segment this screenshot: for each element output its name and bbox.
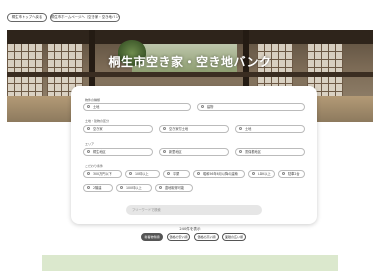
option-label: 100坪以上 xyxy=(126,186,142,190)
sort-area-large-button[interactable]: 面積の広い順 xyxy=(222,233,246,241)
radio-icon xyxy=(87,186,90,189)
hero-beam-mid xyxy=(7,72,373,77)
option-label: 新里地区 xyxy=(169,150,182,154)
radio-icon xyxy=(239,150,242,153)
option-kiryu-area[interactable]: 桐生地区 xyxy=(83,148,153,156)
option-label: 黒保根地区 xyxy=(245,150,261,154)
hero-beam xyxy=(7,30,373,44)
option-label: 農地取得可能 xyxy=(165,186,185,190)
option-label: 土地 xyxy=(245,127,252,131)
keyword-search-input[interactable]: フリーワードで検索 xyxy=(126,205,262,215)
option-condition[interactable]: 農地取得可能 xyxy=(155,184,193,192)
area-label: エリア xyxy=(85,142,95,146)
option-label: 昭和56年6月以降の建築 xyxy=(203,172,238,176)
sort-price-high-button[interactable]: 価格の高い順 xyxy=(194,233,219,241)
radio-icon xyxy=(282,172,285,175)
sort-newest-button[interactable]: 新着物件順 xyxy=(141,233,163,241)
back-to-top-button[interactable]: 桐生市トップへ戻る xyxy=(7,13,47,22)
option-label: 空き家 xyxy=(93,127,103,131)
option-label: 建物 xyxy=(207,105,214,109)
option-label: LDK以上 xyxy=(258,172,271,176)
city-homepage-button[interactable]: 桐生市ホームページへ（空き家・空き地バンク） xyxy=(50,13,120,22)
top-bar: 桐生市トップへ戻る 桐生市ホームページへ（空き家・空き地バンク） xyxy=(0,0,380,30)
radio-icon xyxy=(197,172,200,175)
option-condition[interactable]: 300万円以下 xyxy=(83,170,122,178)
radio-icon xyxy=(163,127,166,130)
option-condition[interactable]: LDK以上 xyxy=(248,170,275,178)
radio-icon xyxy=(120,186,123,189)
option-condition[interactable]: 10坪以上 xyxy=(125,170,160,178)
option-label: 駐車2台 xyxy=(288,172,300,176)
hero-shoji-left xyxy=(7,44,43,96)
radio-icon xyxy=(87,127,90,130)
radio-icon xyxy=(201,105,204,108)
option-condition[interactable]: 駐車2台 xyxy=(278,170,305,178)
option-land-only[interactable]: 土地 xyxy=(235,125,305,133)
radio-icon xyxy=(159,186,162,189)
option-condition[interactable]: 昭和56年6月以降の建築 xyxy=(193,170,245,178)
option-building[interactable]: 建物 xyxy=(197,103,305,111)
radio-icon xyxy=(167,172,170,175)
radio-icon xyxy=(87,150,90,153)
option-land[interactable]: 土地 xyxy=(83,103,191,111)
option-condition[interactable]: 平屋 xyxy=(163,170,190,178)
option-condition[interactable]: 2階建 xyxy=(83,184,113,192)
option-label: 300万円以下 xyxy=(93,172,112,176)
option-label: 2階建 xyxy=(93,186,102,190)
radio-icon xyxy=(87,105,90,108)
type-label: 物件の種類 xyxy=(85,98,101,102)
result-count: 240件を表示 xyxy=(179,227,201,231)
option-niisato-area[interactable]: 新里地区 xyxy=(159,148,229,156)
option-land-with-house[interactable]: 空き家付土地 xyxy=(159,125,229,133)
sort-price-low-button[interactable]: 価格の安い順 xyxy=(167,233,190,241)
zoning-label: 土地・建物の区分 xyxy=(85,119,110,123)
option-vacant-house[interactable]: 空き家 xyxy=(83,125,153,133)
radio-icon xyxy=(163,150,166,153)
option-label: 10坪以上 xyxy=(135,172,149,176)
option-label: 平屋 xyxy=(173,172,180,176)
option-label: 空き家付土地 xyxy=(169,127,189,131)
search-panel: 物件の種類 土地 建物 土地・建物の区分 空き家 空き家付土地 土地 エリア 桐… xyxy=(71,86,317,224)
radio-icon xyxy=(87,172,90,175)
option-condition[interactable]: 100坪以上 xyxy=(116,184,152,192)
listing-area xyxy=(42,255,338,271)
radio-icon xyxy=(129,172,132,175)
option-kurohone-area[interactable]: 黒保根地区 xyxy=(235,148,305,156)
conditions-label: こだわり条件 xyxy=(85,164,104,168)
radio-icon xyxy=(252,172,255,175)
radio-icon xyxy=(239,127,242,130)
option-label: 桐生地区 xyxy=(93,150,106,154)
page-title: 桐生市空き家・空き地バンク xyxy=(108,55,272,69)
option-label: 土地 xyxy=(93,105,100,109)
